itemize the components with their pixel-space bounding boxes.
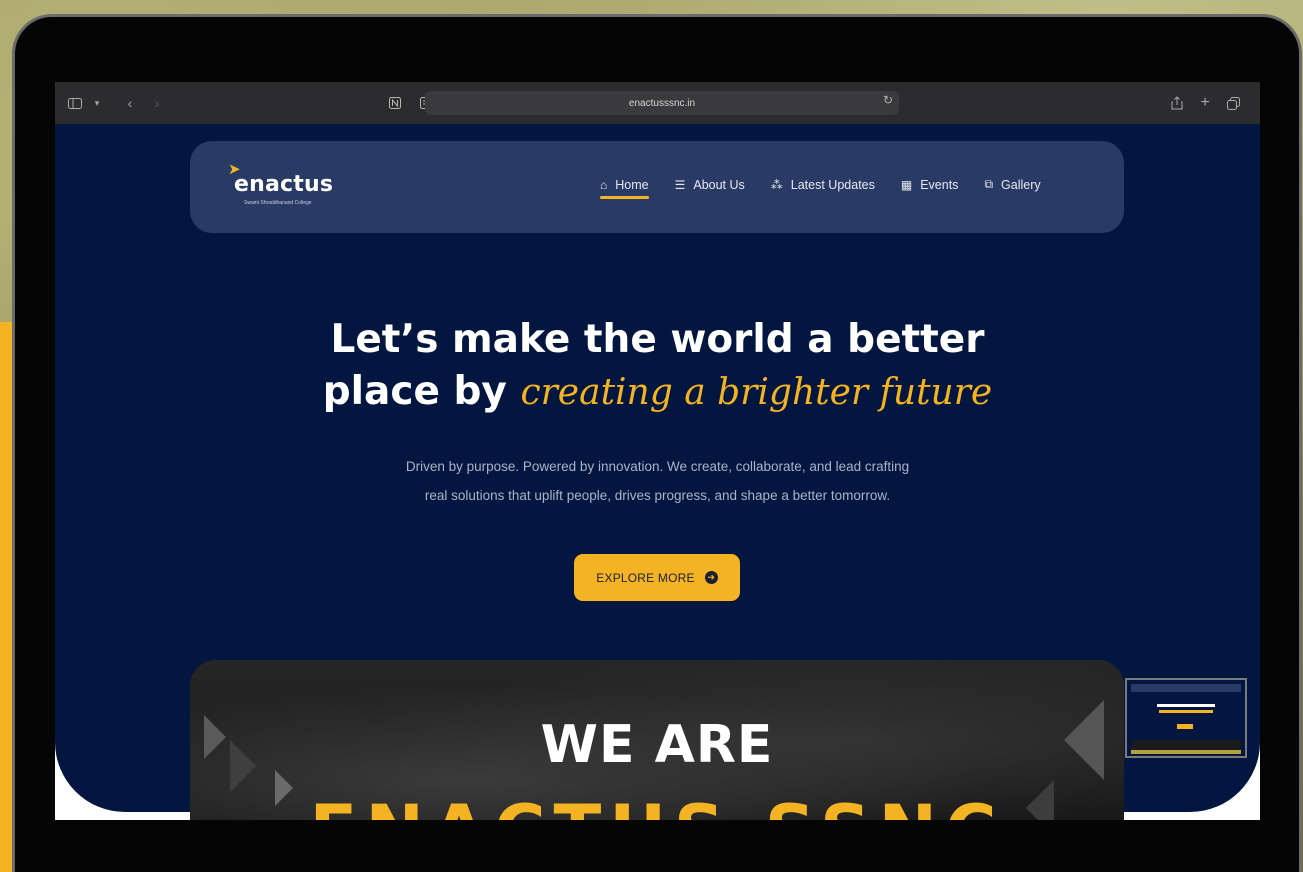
url-text: enactusssnc.in xyxy=(628,97,696,109)
nav-item-label: Events xyxy=(920,177,959,192)
home-icon: ⌂ xyxy=(600,177,608,192)
address-bar[interactable]: enactusssnc.in xyxy=(425,91,899,115)
tabs-overview-icon[interactable] xyxy=(1223,93,1243,113)
site-navbar: ➤ enactus Swami Shraddhanand College ⌂ H… xyxy=(190,141,1124,233)
nav-item-latest-updates[interactable]: ⁂ Latest Updates xyxy=(771,177,875,192)
share-icon[interactable] xyxy=(1167,93,1187,113)
thumbnail-button xyxy=(1177,724,1193,729)
browser-toolbar: ▾ ‹ › enactusssnc.in ↻ + xyxy=(55,82,1260,124)
nav-item-gallery[interactable]: ⧉ Gallery xyxy=(984,177,1040,192)
headline-line-2: place by creating a brighter future xyxy=(55,366,1260,419)
logo-wordmark: enactus xyxy=(234,172,334,197)
subtext-line-1: Driven by purpose. Powered by innovation… xyxy=(405,459,910,474)
hero-headline: Let’s make the world a better place by c… xyxy=(55,314,1260,419)
nav-item-label: Latest Updates xyxy=(790,177,875,192)
cluster-icon: ⁂ xyxy=(770,177,783,192)
browser-window: ▾ ‹ › enactusssnc.in ↻ + ➤ enactus Swami… xyxy=(55,82,1260,820)
chevron-down-icon[interactable]: ▾ xyxy=(87,93,107,113)
banner-subtitle: ENACTUS SSNC xyxy=(190,790,1124,820)
sidebar-icon[interactable] xyxy=(65,93,85,113)
forward-icon[interactable]: › xyxy=(147,93,167,113)
thumbnail-navbar xyxy=(1131,684,1241,692)
explore-more-button[interactable]: EXPLORE MORE ➜ xyxy=(574,554,740,601)
thumbnail-headline xyxy=(1157,704,1215,707)
thumbnail-accent xyxy=(1159,710,1213,713)
nav-item-about-us[interactable]: ☰ About Us xyxy=(675,177,745,192)
thumbnail-strip xyxy=(1131,750,1241,754)
back-icon[interactable]: ‹ xyxy=(120,93,140,113)
headline-accent: creating a brighter future xyxy=(520,372,993,413)
list-icon: ☰ xyxy=(674,177,686,192)
arrow-circle-icon: ➜ xyxy=(704,571,718,584)
hero-subtext: Driven by purpose. Powered by innovation… xyxy=(55,452,1260,510)
cta-label: EXPLORE MORE xyxy=(596,570,695,585)
new-tab-icon[interactable]: + xyxy=(1195,93,1215,113)
screenshot-thumbnail[interactable] xyxy=(1125,678,1247,758)
notion-icon[interactable] xyxy=(385,93,405,113)
nav-item-label: Gallery xyxy=(1001,177,1041,192)
we-are-banner: WE ARE ENACTUS SSNC xyxy=(190,660,1124,820)
headline-lead: place by xyxy=(322,369,507,414)
reload-icon[interactable]: ↻ xyxy=(883,93,893,107)
banner-title: WE ARE xyxy=(540,715,774,775)
active-underline xyxy=(600,196,649,199)
nav-item-label: About Us xyxy=(693,177,745,192)
nav-links: ⌂ Home ☰ About Us ⁂ Latest Updates ▦ Eve… xyxy=(600,177,1067,199)
gallery-icon: ⧉ xyxy=(984,177,994,191)
nav-item-events[interactable]: ▦ Events xyxy=(901,177,959,192)
logo-subtitle: Swami Shraddhanand College xyxy=(244,200,312,206)
nav-item-home[interactable]: ⌂ Home xyxy=(600,177,649,199)
webpage: ➤ enactus Swami Shraddhanand College ⌂ H… xyxy=(55,124,1260,820)
calendar-icon: ▦ xyxy=(900,177,913,192)
nav-item-label: Home xyxy=(615,177,649,192)
headline-line-1: Let’s make the world a better xyxy=(330,317,985,362)
subtext-line-2: real solutions that uplift people, drive… xyxy=(424,488,891,503)
